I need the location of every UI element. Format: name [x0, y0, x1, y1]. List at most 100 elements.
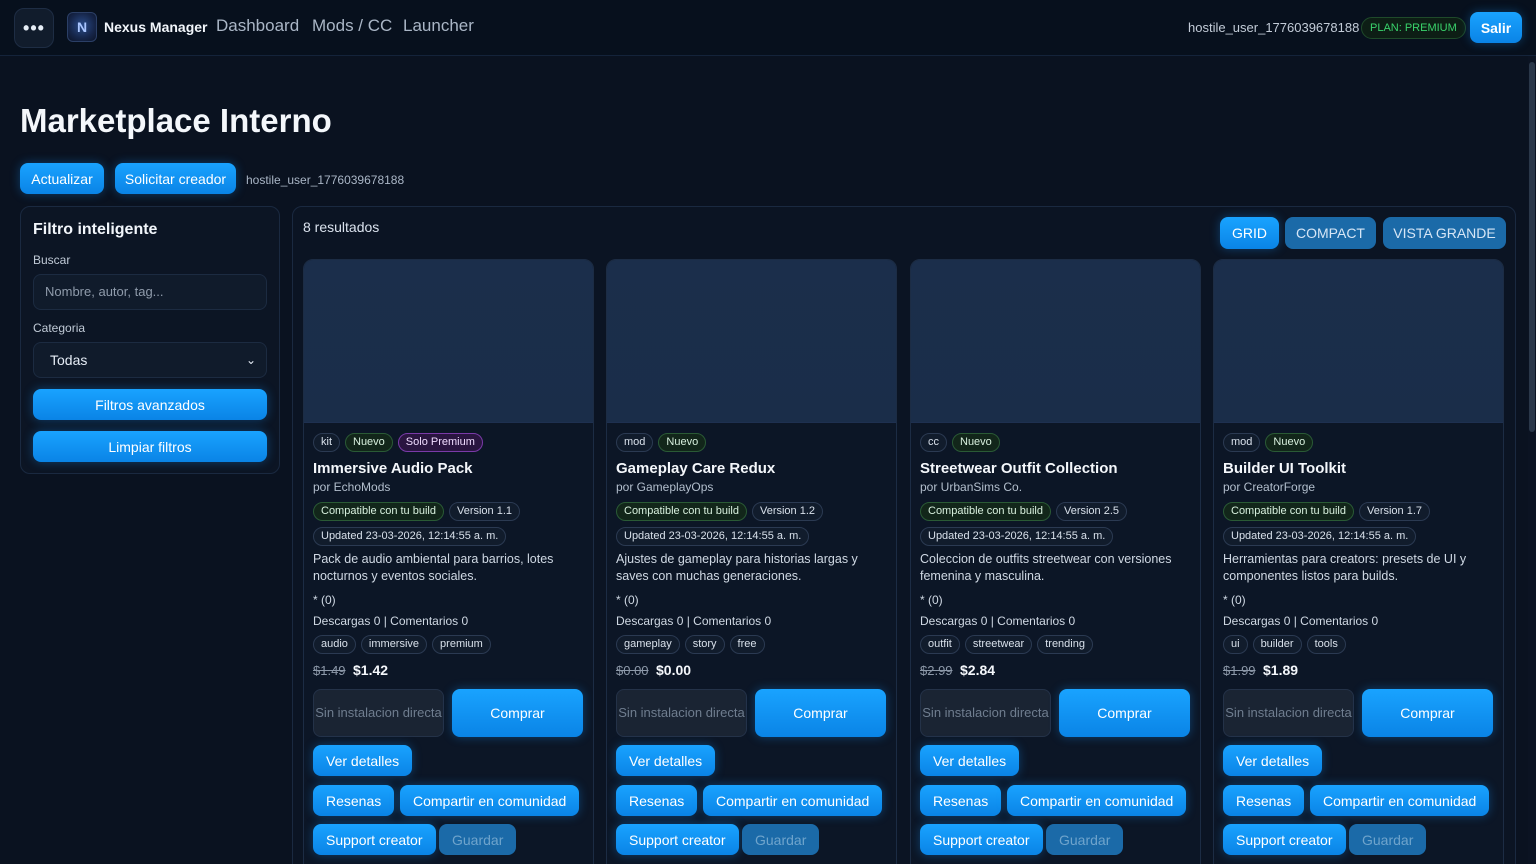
buy-button[interactable]: Comprar	[1059, 689, 1190, 737]
tag-chip[interactable]: gameplay	[616, 635, 680, 654]
view-compact-button[interactable]: COMPACT	[1285, 217, 1376, 249]
share-community-button[interactable]: Compartir en comunidad	[703, 785, 883, 816]
category-select[interactable]: Todas ⌄	[33, 342, 267, 378]
topbar-username: hostile_user_1776039678188	[1188, 20, 1360, 35]
view-grid-button[interactable]: GRID	[1220, 217, 1279, 249]
tag-chip[interactable]: builder	[1252, 635, 1302, 654]
product-description: Coleccion de outfits streetwear con vers…	[920, 552, 1172, 583]
share-community-button[interactable]: Compartir en comunidad	[400, 785, 580, 816]
page-scrollbar[interactable]	[1528, 56, 1536, 864]
price-original: $1.49	[313, 663, 346, 678]
reviews-button[interactable]: Resenas	[616, 785, 698, 816]
nav-dashboard[interactable]: Dashboard	[216, 16, 299, 36]
filter-title: Filtro inteligente	[33, 221, 158, 238]
scrollbar-thumb[interactable]	[1529, 62, 1535, 432]
compat-chip: Compatible con tu build	[1223, 502, 1354, 521]
support-creator-button[interactable]: Support creator	[313, 824, 436, 855]
product-description: Herramientas para creators: presets de U…	[1223, 552, 1467, 583]
reviews-button[interactable]: Resenas	[920, 785, 1002, 816]
buy-button[interactable]: Comprar	[755, 689, 886, 737]
product-card: mod Nuevo Gameplay Care Redux por Gamepl…	[606, 259, 897, 864]
nexus-logo[interactable]: N	[67, 12, 97, 42]
card-updated: Updated 23-03-2026, 12:14:55 a. m.	[1223, 527, 1417, 546]
card-tags: ui builder tools	[1223, 635, 1346, 654]
support-creator-button[interactable]: Support creator	[920, 824, 1043, 855]
request-creator-button[interactable]: Solicitar creador	[115, 163, 236, 194]
updated-chip: Updated 23-03-2026, 12:14:55 a. m.	[313, 527, 507, 546]
top-bar: ••• N Nexus Manager Dashboard Mods / CC …	[0, 0, 1536, 56]
view-details-button[interactable]: Ver detalles	[616, 745, 716, 776]
product-title[interactable]: Streetwear Outfit Collection	[920, 460, 1118, 477]
product-author: por CreatorForge	[1223, 480, 1316, 494]
tag-chip[interactable]: ui	[1223, 635, 1248, 654]
refresh-button[interactable]: Actualizar	[20, 163, 104, 194]
product-thumbnail[interactable]	[304, 260, 593, 423]
view-details-button[interactable]: Ver detalles	[1223, 745, 1323, 776]
new-chip: Nuevo	[345, 433, 393, 452]
view-details-button[interactable]: Ver detalles	[313, 745, 413, 776]
tag-chip[interactable]: outfit	[920, 635, 960, 654]
reviews-button[interactable]: Resenas	[313, 785, 395, 816]
version-chip: Version 1.1	[448, 502, 521, 521]
save-button[interactable]: Guardar	[1046, 824, 1124, 855]
save-button[interactable]: Guardar	[439, 824, 517, 855]
tag-chip[interactable]: streetwear	[964, 635, 1033, 654]
share-community-button[interactable]: Compartir en comunidad	[1310, 785, 1490, 816]
reviews-button[interactable]: Resenas	[1223, 785, 1305, 816]
card-updated: Updated 23-03-2026, 12:14:55 a. m.	[616, 527, 810, 546]
tag-chip[interactable]: immersive	[360, 635, 428, 654]
search-input[interactable]: Nombre, autor, tag...	[33, 274, 267, 310]
tag-chip[interactable]: trending	[1037, 635, 1093, 654]
price-original: $1.99	[1223, 663, 1256, 678]
product-title[interactable]: Immersive Audio Pack	[313, 460, 473, 477]
product-author: por EchoMods	[313, 480, 391, 494]
version-chip: Version 1.2	[751, 502, 824, 521]
compat-chip: Compatible con tu build	[920, 502, 1051, 521]
save-button[interactable]: Guardar	[1349, 824, 1427, 855]
share-community-button[interactable]: Compartir en comunidad	[1007, 785, 1187, 816]
nav-mods-cc[interactable]: Mods / CC	[312, 16, 392, 36]
tag-chip[interactable]: audio	[313, 635, 356, 654]
version-chip: Version 2.5	[1055, 502, 1128, 521]
buy-button[interactable]: Comprar	[452, 689, 583, 737]
support-creator-button[interactable]: Support creator	[1223, 824, 1346, 855]
type-chip: mod	[1223, 433, 1261, 452]
support-creator-button[interactable]: Support creator	[616, 824, 739, 855]
price-discounted: $2.84	[960, 662, 996, 678]
plan-badge: PLAN: PREMIUM	[1361, 17, 1466, 39]
compat-chip: Compatible con tu build	[313, 502, 444, 521]
card-badges: cc Nuevo	[920, 433, 1000, 452]
ellipsis-icon[interactable]: •••	[14, 8, 54, 48]
view-large-button[interactable]: VISTA GRANDE	[1383, 217, 1506, 249]
premium-chip: Solo Premium	[397, 433, 483, 452]
results-count: 8 resultados	[303, 219, 380, 235]
page-title: Marketplace Interno	[20, 102, 332, 139]
updated-chip: Updated 23-03-2026, 12:14:55 a. m.	[616, 527, 810, 546]
product-thumbnail[interactable]	[1214, 260, 1503, 423]
product-thumbnail[interactable]	[911, 260, 1200, 423]
new-chip: Nuevo	[952, 433, 1000, 452]
tag-chip[interactable]: premium	[432, 635, 491, 654]
advanced-filters-button[interactable]: Filtros avanzados	[33, 389, 267, 420]
product-stats: Descargas 0 | Comentarios 0	[313, 614, 469, 628]
category-select-value: Todas	[50, 352, 88, 368]
product-title[interactable]: Gameplay Care Redux	[616, 460, 775, 477]
card-badges: kit Nuevo Solo Premium	[313, 433, 483, 452]
product-thumbnail[interactable]	[607, 260, 896, 423]
tag-chip[interactable]: story	[684, 635, 725, 654]
logout-button[interactable]: Salir	[1470, 12, 1522, 43]
clear-filters-button[interactable]: Limpiar filtros	[33, 431, 267, 462]
product-card: mod Nuevo Builder UI Toolkit por Creator…	[1213, 259, 1504, 864]
view-details-button[interactable]: Ver detalles	[920, 745, 1020, 776]
tag-chip[interactable]: free	[729, 635, 765, 654]
save-button[interactable]: Guardar	[742, 824, 820, 855]
product-title[interactable]: Builder UI Toolkit	[1223, 460, 1346, 477]
no-install-button: Sin instalacion directa	[616, 689, 747, 737]
nav-launcher[interactable]: Launcher	[403, 16, 474, 36]
type-chip: kit	[313, 433, 340, 452]
type-chip: mod	[616, 433, 654, 452]
card-compat: Compatible con tu build Version 1.7	[1223, 502, 1431, 521]
buy-button[interactable]: Comprar	[1362, 689, 1493, 737]
tag-chip[interactable]: tools	[1306, 635, 1346, 654]
product-rating: * (0)	[920, 593, 943, 607]
